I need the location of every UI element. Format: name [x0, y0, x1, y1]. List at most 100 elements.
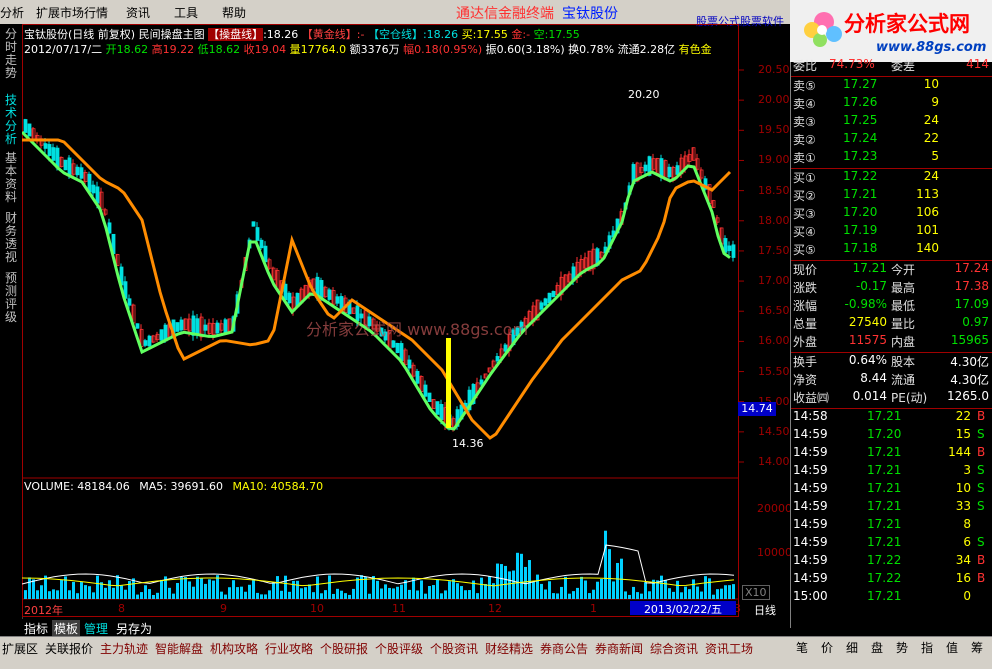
volume-bar [296, 580, 299, 599]
sell-label: 卖② [793, 133, 816, 147]
menu-extended-market[interactable]: 扩展市场行情 [36, 4, 108, 21]
volume-bar [556, 593, 559, 599]
panel-tab[interactable]: 笔 [796, 639, 808, 656]
fund-label: 换手 [793, 355, 818, 369]
signal-bar [446, 338, 451, 428]
candle-body [255, 227, 260, 241]
bottom-tab[interactable]: 行业攻略 [265, 640, 313, 657]
bar-float: 流通2.28亿 [617, 43, 676, 56]
candle-body [215, 322, 220, 334]
bottom-tab[interactable]: 资讯工场 [705, 640, 753, 657]
volume-bar [432, 585, 435, 599]
bottom-tab[interactable]: 智能解盘 [155, 640, 203, 657]
candle-body [339, 296, 344, 310]
sell-label: 卖③ [793, 115, 816, 129]
volume-bar [648, 591, 651, 599]
bottom-tab[interactable]: 个股研报 [320, 640, 368, 657]
volume-bar [360, 575, 363, 599]
volume-bar [304, 587, 307, 599]
volume-bar [408, 589, 411, 599]
buy-level-row: 买② 17.21 113 [791, 186, 992, 204]
volume-bar [688, 589, 691, 599]
stat-value: -0.17 [855, 279, 887, 293]
panel-tab[interactable]: 细 [846, 639, 858, 656]
panel-tab[interactable]: 价 [821, 639, 833, 656]
tick-row: 14:58 17.21 22 B [791, 408, 992, 426]
candle-body [259, 239, 264, 249]
volume-bar [272, 582, 275, 599]
volume-bar [352, 588, 355, 599]
volume-bar [36, 590, 39, 599]
candle-body [391, 340, 396, 348]
volume-bar [692, 579, 695, 599]
candle-body [95, 186, 100, 204]
tab-technical[interactable]: 技术分析 [3, 94, 19, 146]
panel-tab[interactable]: 筹 [971, 639, 983, 656]
candle-body [63, 159, 68, 171]
bottom-tab[interactable]: 券商公告 [540, 640, 588, 657]
candle-body [203, 324, 208, 331]
tick-side: B [977, 445, 986, 459]
price-tick-label: 16.00 [758, 334, 790, 348]
volume-bar [264, 594, 267, 599]
candle-body [147, 335, 152, 347]
candle-body [315, 276, 320, 297]
volume-bar [676, 580, 679, 599]
volume-bar [468, 590, 471, 599]
stat-label-2: 今开 [891, 263, 916, 277]
bar-open: 开18.62 [105, 43, 149, 56]
panel-tab[interactable]: 值 [946, 639, 958, 656]
bar-sector: 有色金 [678, 43, 712, 56]
volume-bar [196, 576, 199, 599]
tab-ratings[interactable]: 预测评级 [3, 272, 19, 324]
date-tick-label: 2012年 [24, 604, 63, 617]
candle-body [107, 222, 112, 234]
bottom-tab[interactable]: 机构攻略 [210, 640, 258, 657]
volume-bar [92, 592, 95, 599]
volume-bar [244, 591, 247, 599]
bottom-tab[interactable]: 券商新闻 [595, 640, 643, 657]
tab-indicator[interactable]: 指标 [24, 620, 48, 637]
volume-bar [420, 580, 423, 599]
stock-name-title: 宝钛股份 [562, 6, 618, 22]
bottom-tab[interactable]: 主力轨迹 [100, 640, 148, 657]
bar-change: 幅0.18(0.95%) [403, 43, 483, 56]
menu-info[interactable]: 资讯 [126, 4, 150, 21]
panel-tab[interactable]: 盘 [871, 639, 883, 656]
price-tick-label: 19.50 [758, 123, 790, 137]
bottom-tab[interactable]: 个股评级 [375, 640, 423, 657]
bottom-tab[interactable]: 关联报价 [45, 640, 93, 657]
current-price-marker: 14.74 [738, 402, 776, 416]
volume-bar [96, 575, 99, 599]
buy-volume: 140 [916, 241, 939, 255]
sell-price: 17.23 [843, 149, 878, 163]
bottom-tab[interactable]: 财经精选 [485, 640, 533, 657]
candle-body [415, 370, 420, 384]
sell-volume: 9 [931, 95, 939, 109]
candle-body [127, 298, 132, 306]
tab-save-as[interactable]: 另存为 [116, 620, 152, 637]
menu-help[interactable]: 帮助 [222, 4, 246, 21]
bottom-tab[interactable]: 综合资讯 [650, 640, 698, 657]
tab-financials[interactable]: 财务透视 [3, 212, 19, 264]
volume-bar [380, 588, 383, 599]
bottom-tab[interactable]: 扩展区 [2, 640, 38, 657]
tab-fundamentals[interactable]: 基本资料 [3, 152, 19, 204]
candle-body [547, 292, 552, 304]
logo-url: www.88gs.com [876, 40, 987, 55]
tick-time: 14:59 [793, 427, 828, 441]
tab-template[interactable]: 模板 [52, 620, 81, 637]
bottom-tab[interactable]: 个股资讯 [430, 640, 478, 657]
buy-price: 17.18 [843, 241, 878, 255]
panel-tab[interactable]: 势 [896, 639, 908, 656]
tick-side: B [977, 553, 986, 567]
menu-tools[interactable]: 工具 [174, 4, 198, 21]
tick-volume: 8 [963, 517, 971, 531]
volume-bar [628, 594, 631, 599]
menu-analysis[interactable]: 分析 [0, 4, 24, 21]
tab-manage[interactable]: 管理 [84, 620, 108, 637]
period-selector[interactable]: 日线 [754, 602, 776, 618]
panel-tab[interactable]: 指 [921, 639, 933, 656]
tab-intraday[interactable]: 分时走势 [3, 28, 19, 80]
volume-bar [452, 579, 455, 599]
